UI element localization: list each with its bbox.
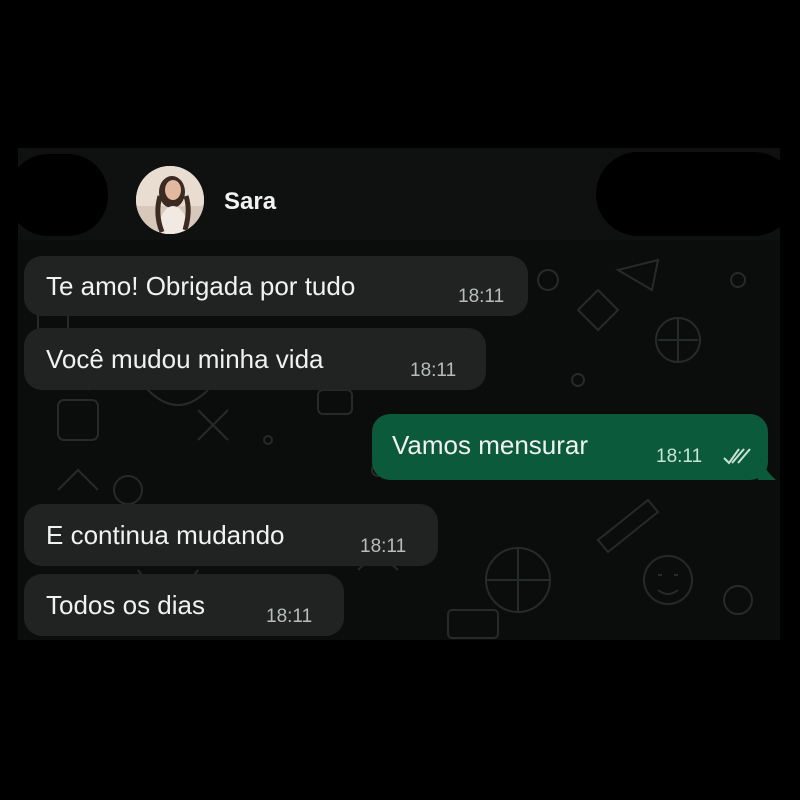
message-text: Todos os dias [46,590,205,620]
message-bubble-incoming[interactable]: Todos os dias 18:11 [24,574,344,636]
message-text: Vamos mensurar [392,430,589,460]
message-bubble-outgoing[interactable]: Vamos mensurar 18:11 [372,414,768,480]
message-text: Te amo! Obrigada por tudo [46,271,356,301]
message-time: 18:11 [458,286,505,307]
message-bubble-incoming[interactable]: E continua mudando 18:11 [24,504,438,566]
header-actions-redacted [596,152,780,236]
message-bubble-incoming[interactable]: Te amo! Obrigada por tudo 18:11 [24,256,528,316]
message-time: 18:11 [360,536,407,557]
message-time: 18:11 [266,606,313,627]
back-arrow-icon-redacted[interactable] [18,154,108,236]
chat-header: Sara [18,148,780,240]
double-check-icon [723,448,751,465]
message-text: Você mudou minha vida [46,344,324,374]
message-text: E continua mudando [46,520,285,550]
avatar[interactable] [136,166,204,234]
message-time: 18:11 [656,446,703,467]
chat-screen: Sara Te amo! Obrigada por tudo 18:11 Voc… [18,148,780,640]
bubble-tail [758,454,776,480]
contact-name[interactable]: Sara [224,188,276,216]
message-bubble-incoming[interactable]: Você mudou minha vida 18:11 [24,328,486,390]
message-time: 18:11 [410,360,457,381]
